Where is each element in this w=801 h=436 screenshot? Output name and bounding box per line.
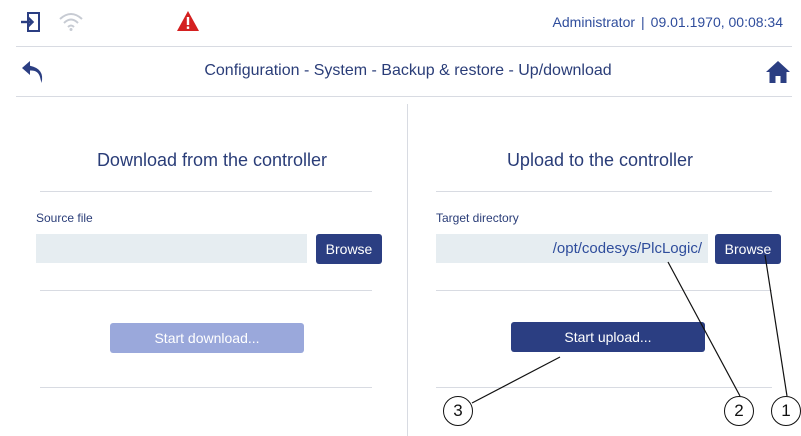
source-file-label: Source file xyxy=(36,211,93,225)
header-bar: Configuration - System - Backup & restor… xyxy=(0,50,801,94)
callout-3: 3 xyxy=(443,396,473,426)
download-panel-title: Download from the controller xyxy=(96,150,328,170)
upload-panel-title: Upload to the controller xyxy=(506,150,694,170)
upload-field-divider xyxy=(436,290,772,291)
user-name[interactable]: Administrator xyxy=(553,14,635,30)
status-divider xyxy=(16,46,792,47)
target-directory-label: Target directory xyxy=(436,211,519,225)
callout-1: 1 xyxy=(771,396,801,426)
source-file-field[interactable] xyxy=(36,234,307,263)
home-icon[interactable] xyxy=(765,60,791,84)
upload-bottom-divider xyxy=(436,387,772,388)
status-bar: Administrator | 09.01.1970, 00:08:34 xyxy=(0,0,801,44)
start-upload-button[interactable]: Start upload... xyxy=(511,322,705,352)
date-time: 09.01.1970, 00:08:34 xyxy=(650,14,783,30)
source-browse-button[interactable]: Browse xyxy=(316,234,382,264)
target-browse-button[interactable]: Browse xyxy=(715,234,781,264)
status-text: Administrator | 09.01.1970, 00:08:34 xyxy=(553,14,783,30)
upload-title-divider xyxy=(436,191,772,192)
upload-panel: Upload to the controller Target director… xyxy=(410,100,790,436)
download-bottom-divider xyxy=(40,387,372,388)
status-separator: | xyxy=(641,14,645,30)
warning-icon[interactable] xyxy=(176,10,200,32)
header-divider xyxy=(16,96,792,97)
download-panel: Download from the controller Source file… xyxy=(18,100,406,436)
wifi-icon xyxy=(59,13,83,31)
start-download-button[interactable]: Start download... xyxy=(110,323,304,353)
login-icon[interactable] xyxy=(20,11,42,33)
download-field-divider xyxy=(40,290,372,291)
page-title: Configuration - System - Backup & restor… xyxy=(204,62,612,79)
column-divider xyxy=(407,104,408,436)
callout-2: 2 xyxy=(724,396,754,426)
target-directory-field[interactable] xyxy=(436,234,708,263)
download-title-divider xyxy=(40,191,372,192)
